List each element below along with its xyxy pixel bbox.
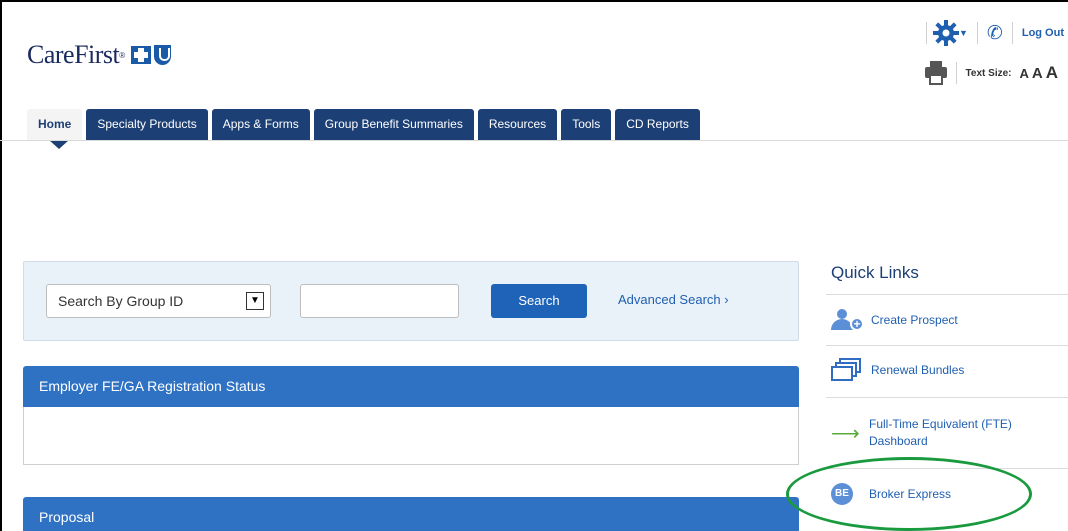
tab-apps-forms[interactable]: Apps & Forms (211, 109, 310, 140)
search-input[interactable] (300, 284, 459, 318)
text-size-label: Text Size: (965, 67, 1012, 79)
search-button[interactable]: Search (491, 284, 587, 318)
blue-cross-icon (131, 46, 152, 64)
top-border (0, 0, 1068, 2)
proposal-title: Proposal (23, 497, 799, 531)
tab-resources[interactable]: Resources (477, 109, 558, 140)
gear-icon (933, 20, 959, 46)
registration-status-body (23, 407, 799, 465)
registration-status-card: Employer FE/GA Registration Status (23, 366, 799, 465)
divider (926, 22, 927, 44)
quick-link-label: Create Prospect (871, 312, 958, 327)
quick-link-label: Full-Time Equivalent (FTE) Dashboard (869, 417, 1012, 448)
tab-group-benefit-summaries[interactable]: Group Benefit Summaries (313, 109, 474, 140)
highlight-annotation-oval (786, 457, 1032, 531)
divider (1011, 22, 1013, 44)
carefirst-logo[interactable]: CareFirst ® (27, 40, 172, 70)
text-size-large[interactable]: A (1046, 63, 1058, 83)
group-search-panel: Search By Group ID ▼ Search Advanced Sea… (23, 261, 799, 341)
registration-status-title: Employer FE/GA Registration Status (23, 366, 799, 407)
tab-cd-reports[interactable]: CD Reports (615, 109, 700, 140)
divider (826, 345, 1068, 346)
arrow-right-icon: ⟶ (831, 422, 860, 445)
phone-icon[interactable]: ✆ (987, 22, 1003, 45)
divider (826, 397, 1068, 398)
logo-text: CareFirst (27, 40, 120, 69)
blue-shield-icon (154, 45, 172, 65)
divider (955, 62, 957, 84)
text-size-medium[interactable]: A (1032, 65, 1043, 82)
quick-links-title: Quick Links (831, 263, 919, 282)
text-tools: Text Size: A A A (924, 58, 1058, 88)
divider (976, 22, 978, 44)
bundles-icon (831, 358, 863, 382)
printer-icon[interactable] (924, 61, 947, 85)
proposal-card: Proposal (23, 497, 799, 531)
tab-home[interactable]: Home (27, 109, 83, 149)
page: CareFirst ® ▼ ✆ Log Out Text Size: A A A… (0, 0, 1068, 531)
left-border (0, 0, 2, 531)
chevron-down-icon: ▼ (959, 28, 968, 38)
add-person-icon: + (831, 309, 865, 331)
quick-link-renewal-bundles[interactable]: Renewal Bundles (831, 358, 964, 382)
advanced-search-link[interactable]: Advanced Search › (618, 292, 729, 307)
quick-link-fte-dashboard[interactable]: ⟶ Full-Time Equivalent (FTE) Dashboard (831, 416, 1041, 450)
search-type-value: Search By Group ID (58, 293, 184, 309)
main-nav: Home Specialty Products Apps & Forms Gro… (27, 109, 704, 149)
quick-link-create-prospect[interactable]: + Create Prospect (831, 309, 958, 331)
text-size-small[interactable]: A (1019, 66, 1028, 81)
settings-menu[interactable]: ▼ (933, 20, 968, 46)
tab-tools[interactable]: Tools (561, 109, 612, 140)
nav-divider (0, 140, 1068, 141)
logo-registered-mark: ® (119, 50, 126, 60)
chevron-down-icon: ▼ (246, 292, 264, 310)
divider (826, 294, 1068, 295)
logout-link[interactable]: Log Out (1022, 27, 1064, 39)
quick-link-label: Renewal Bundles (871, 362, 965, 377)
tab-specialty-products[interactable]: Specialty Products (86, 109, 208, 140)
utility-bar: ▼ ✆ Log Out (917, 19, 1068, 47)
search-type-select[interactable]: Search By Group ID ▼ (46, 284, 271, 318)
